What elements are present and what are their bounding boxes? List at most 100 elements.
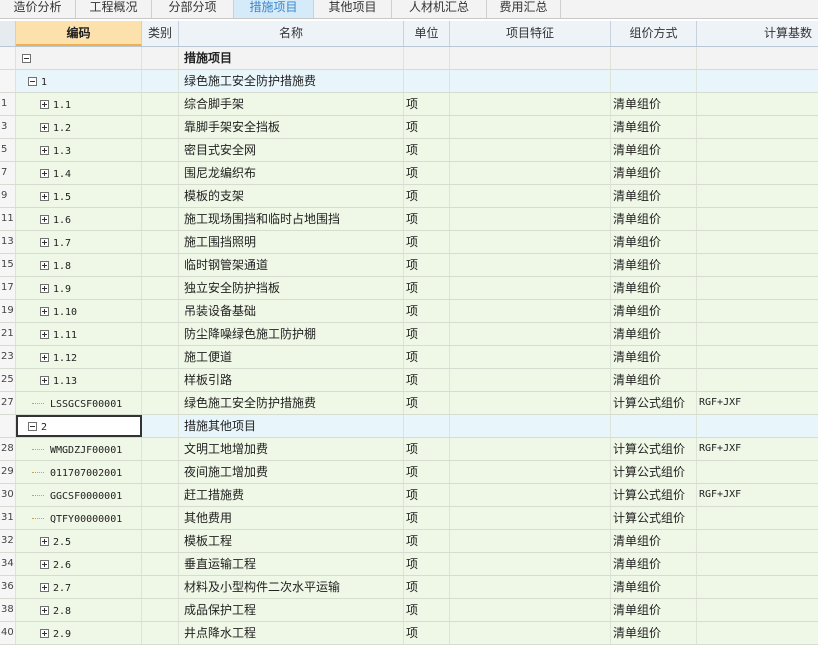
method-cell[interactable]: 清单组价: [611, 369, 697, 391]
expand-icon[interactable]: [40, 192, 49, 201]
type-cell[interactable]: [142, 254, 179, 276]
base-cell[interactable]: [697, 369, 818, 391]
code-cell[interactable]: 1.9: [16, 277, 142, 299]
name-cell[interactable]: 样板引路: [179, 369, 404, 391]
code-cell[interactable]: 2.8: [16, 599, 142, 621]
code-cell[interactable]: 2.6: [16, 553, 142, 575]
unit-cell[interactable]: [404, 47, 450, 69]
header-code[interactable]: 编码: [16, 21, 142, 46]
feature-cell[interactable]: [450, 70, 611, 92]
code-cell[interactable]: QTFY00000001: [16, 507, 142, 529]
type-cell[interactable]: [142, 185, 179, 207]
base-cell[interactable]: [697, 415, 818, 437]
method-cell[interactable]: 清单组价: [611, 208, 697, 230]
table-row[interactable]: 21 1.11 防尘降噪绿色施工防护棚项 清单组价: [0, 323, 818, 346]
method-cell[interactable]: 清单组价: [611, 139, 697, 161]
name-cell[interactable]: 防尘降噪绿色施工防护棚: [179, 323, 404, 345]
name-cell[interactable]: 文明工地增加费: [179, 438, 404, 460]
feature-cell[interactable]: [450, 507, 611, 529]
base-cell[interactable]: [697, 461, 818, 483]
code-cell[interactable]: 2.7: [16, 576, 142, 598]
method-cell[interactable]: 计算公式组价: [611, 507, 697, 529]
base-cell[interactable]: [697, 530, 818, 552]
table-row[interactable]: 13 1.7 施工围挡照明项 清单组价: [0, 231, 818, 254]
base-cell[interactable]: [697, 162, 818, 184]
table-row[interactable]: 34 2.6 垂直运输工程项 清单组价: [0, 553, 818, 576]
code-cell[interactable]: 1.6: [16, 208, 142, 230]
expand-icon[interactable]: [40, 583, 49, 592]
type-cell[interactable]: [142, 415, 179, 437]
base-cell[interactable]: [697, 300, 818, 322]
unit-cell[interactable]: 项: [404, 208, 450, 230]
table-row[interactable]: 5 1.3 密目式安全网项 清单组价: [0, 139, 818, 162]
code-cell[interactable]: 1.7: [16, 231, 142, 253]
unit-cell[interactable]: 项: [404, 622, 450, 644]
unit-cell[interactable]: 项: [404, 323, 450, 345]
collapse-icon[interactable]: [28, 77, 37, 86]
base-cell[interactable]: [697, 93, 818, 115]
code-cell[interactable]: [16, 47, 142, 69]
code-cell[interactable]: WMGDZJF00001: [16, 438, 142, 460]
unit-cell[interactable]: 项: [404, 369, 450, 391]
base-cell[interactable]: [697, 323, 818, 345]
table-row[interactable]: 19 1.10 吊装设备基础项 清单组价: [0, 300, 818, 323]
name-cell[interactable]: 措施其他项目: [179, 415, 404, 437]
table-row[interactable]: 29 011707002001 夜间施工增加费项 计算公式组价: [0, 461, 818, 484]
table-row[interactable]: 2 措施其他项目: [0, 415, 818, 438]
feature-cell[interactable]: [450, 254, 611, 276]
feature-cell[interactable]: [450, 323, 611, 345]
type-cell[interactable]: [142, 599, 179, 621]
tab-5[interactable]: 人材机汇总: [392, 0, 487, 18]
unit-cell[interactable]: 项: [404, 484, 450, 506]
header-method[interactable]: 组价方式: [611, 21, 697, 46]
unit-cell[interactable]: 项: [404, 116, 450, 138]
method-cell[interactable]: 清单组价: [611, 576, 697, 598]
name-cell[interactable]: 夜间施工增加费: [179, 461, 404, 483]
table-row[interactable]: 7 1.4 围尼龙编织布项 清单组价: [0, 162, 818, 185]
type-cell[interactable]: [142, 484, 179, 506]
expand-icon[interactable]: [40, 146, 49, 155]
code-cell[interactable]: 1.3: [16, 139, 142, 161]
feature-cell[interactable]: [450, 392, 611, 414]
code-cell[interactable]: 1.1: [16, 93, 142, 115]
code-cell[interactable]: 1.2: [16, 116, 142, 138]
tab-6[interactable]: 费用汇总: [487, 0, 561, 18]
name-cell[interactable]: 围尼龙编织布: [179, 162, 404, 184]
code-cell[interactable]: 2.5: [16, 530, 142, 552]
unit-cell[interactable]: 项: [404, 438, 450, 460]
name-cell[interactable]: 综合脚手架: [179, 93, 404, 115]
table-row[interactable]: 38 2.8 成品保护工程项 清单组价: [0, 599, 818, 622]
type-cell[interactable]: [142, 369, 179, 391]
unit-cell[interactable]: 项: [404, 277, 450, 299]
type-cell[interactable]: [142, 93, 179, 115]
name-cell[interactable]: 施工围挡照明: [179, 231, 404, 253]
unit-cell[interactable]: 项: [404, 392, 450, 414]
code-cell[interactable]: GGCSF0000001: [16, 484, 142, 506]
expand-icon[interactable]: [40, 537, 49, 546]
tab-2[interactable]: 分部分项: [152, 0, 234, 18]
expand-icon[interactable]: [40, 238, 49, 247]
feature-cell[interactable]: [450, 208, 611, 230]
method-cell[interactable]: 计算公式组价: [611, 484, 697, 506]
method-cell[interactable]: 清单组价: [611, 323, 697, 345]
base-cell[interactable]: [697, 208, 818, 230]
name-cell[interactable]: 绿色施工安全防护措施费: [179, 70, 404, 92]
code-cell[interactable]: 2: [16, 415, 142, 437]
name-cell[interactable]: 垂直运输工程: [179, 553, 404, 575]
name-cell[interactable]: 独立安全防护挡板: [179, 277, 404, 299]
code-cell[interactable]: 1.11: [16, 323, 142, 345]
type-cell[interactable]: [142, 231, 179, 253]
expand-icon[interactable]: [40, 100, 49, 109]
unit-cell[interactable]: 项: [404, 530, 450, 552]
type-cell[interactable]: [142, 530, 179, 552]
feature-cell[interactable]: [450, 93, 611, 115]
feature-cell[interactable]: [450, 277, 611, 299]
code-cell[interactable]: 1.4: [16, 162, 142, 184]
type-cell[interactable]: [142, 622, 179, 644]
code-cell[interactable]: 1.10: [16, 300, 142, 322]
method-cell[interactable]: [611, 47, 697, 69]
feature-cell[interactable]: [450, 116, 611, 138]
base-cell[interactable]: [697, 185, 818, 207]
type-cell[interactable]: [142, 47, 179, 69]
feature-cell[interactable]: [450, 461, 611, 483]
